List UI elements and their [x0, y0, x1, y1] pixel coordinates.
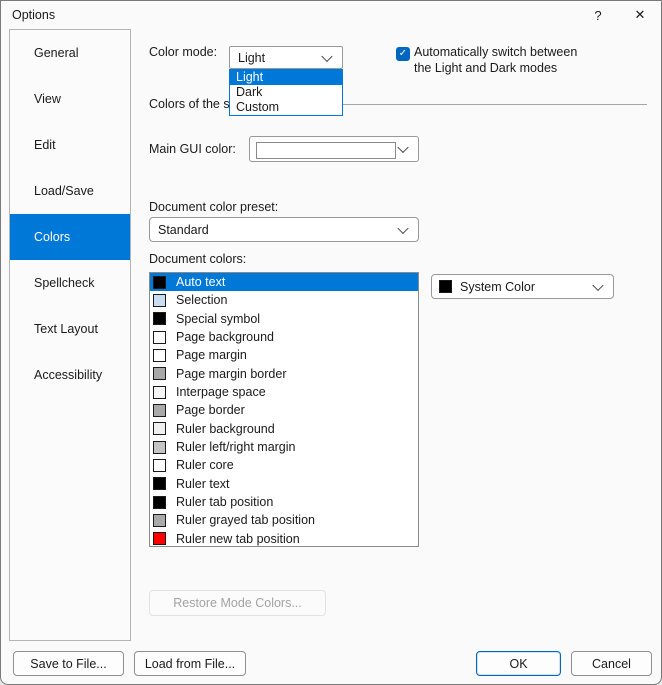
doc-color-row-page-margin[interactable]: Page margin: [150, 346, 418, 364]
doc-color-row-ruler-background[interactable]: Ruler background: [150, 420, 418, 438]
sidebar-item-spellcheck[interactable]: Spellcheck: [10, 260, 130, 306]
doc-color-row-special-symbol[interactable]: Special symbol: [150, 310, 418, 328]
chevron-down-icon: [397, 222, 408, 233]
system-color-swatch: [439, 280, 452, 293]
system-color-value: System Color: [452, 280, 535, 294]
section-header-text: Colors of the se: [149, 97, 237, 111]
doc-color-name: Ruler tab position: [176, 495, 273, 509]
sidebar-item-text-layout[interactable]: Text Layout: [10, 306, 130, 352]
main-gui-color-label: Main GUI color:: [149, 142, 236, 156]
color-mode-option-light[interactable]: Light: [230, 70, 342, 85]
doc-color-name: Ruler core: [176, 458, 234, 472]
doc-color-name: Ruler grayed tab position: [176, 513, 315, 527]
color-mode-option-dark[interactable]: Dark: [230, 85, 342, 100]
sidebar: GeneralViewEditLoad/SaveColorsSpellcheck…: [9, 29, 131, 641]
main-gui-color-preview: [256, 142, 396, 159]
doc-preset-value: Standard: [150, 223, 209, 237]
doc-preset-label: Document color preset:: [149, 200, 278, 214]
doc-color-name: Ruler new tab position: [176, 532, 300, 546]
doc-color-row-ruler-grayed-tab-position[interactable]: Ruler grayed tab position: [150, 511, 418, 529]
doc-color-name: Ruler background: [176, 422, 275, 436]
color-swatch: [153, 514, 166, 527]
doc-color-row-page-background[interactable]: Page background: [150, 328, 418, 346]
sidebar-item-colors[interactable]: Colors: [10, 214, 130, 260]
color-swatch: [153, 331, 166, 344]
doc-color-row-page-margin-border[interactable]: Page margin border: [150, 365, 418, 383]
auto-switch-checkbox[interactable]: ✓: [396, 47, 410, 61]
doc-colors-listbox: Auto text Selection Special symbol Page bac…: [149, 272, 419, 547]
doc-color-name: Ruler left/right margin: [176, 440, 296, 454]
doc-color-row-selection[interactable]: Selection: [150, 291, 418, 309]
doc-color-row-ruler-core[interactable]: Ruler core: [150, 456, 418, 474]
doc-color-row-ruler-new-tab-position[interactable]: Ruler new tab position: [150, 530, 418, 547]
color-mode-label: Color mode:: [149, 45, 217, 59]
load-from-file-button[interactable]: Load from File...: [134, 651, 246, 676]
doc-color-row-ruler-tab-position[interactable]: Ruler tab position: [150, 493, 418, 511]
color-swatch: [153, 312, 166, 325]
chevron-down-icon: [592, 279, 603, 290]
color-swatch: [153, 496, 166, 509]
auto-switch-label-line: Automatically switch between: [414, 44, 577, 60]
auto-switch-label[interactable]: Automatically switch betweenthe Light an…: [414, 44, 577, 76]
section-header: Colors of the se: [149, 97, 647, 111]
color-swatch: [153, 422, 166, 435]
color-swatch: [153, 294, 166, 307]
doc-color-name: Auto text: [176, 275, 225, 289]
color-swatch: [153, 441, 166, 454]
sidebar-item-view[interactable]: View: [10, 76, 130, 122]
options-dialog: Options ? ✕ GeneralViewEditLoad/SaveColo…: [0, 0, 662, 685]
window-title: Options: [12, 8, 55, 22]
sidebar-item-load-save[interactable]: Load/Save: [10, 168, 130, 214]
color-mode-dropdown-list: LightDarkCustom: [229, 69, 343, 116]
doc-color-name: Page background: [176, 330, 274, 344]
color-swatch: [153, 367, 166, 380]
cancel-button[interactable]: Cancel: [571, 651, 652, 676]
help-icon[interactable]: ?: [577, 1, 619, 29]
doc-color-name: Page border: [176, 403, 245, 417]
sidebar-item-accessibility[interactable]: Accessibility: [10, 352, 130, 398]
doc-color-row-ruler-text[interactable]: Ruler text: [150, 475, 418, 493]
doc-color-row-auto-text[interactable]: Auto text: [150, 273, 418, 291]
doc-color-name: Special symbol: [176, 312, 260, 326]
system-color-combobox[interactable]: System Color: [431, 274, 614, 299]
color-mode-option-custom[interactable]: Custom: [230, 100, 342, 115]
doc-color-row-page-border[interactable]: Page border: [150, 401, 418, 419]
color-swatch: [153, 386, 166, 399]
titlebar: Options ? ✕: [1, 1, 661, 29]
doc-color-name: Interpage space: [176, 385, 266, 399]
color-swatch: [153, 477, 166, 490]
restore-mode-colors-button[interactable]: Restore Mode Colors...: [149, 590, 326, 616]
chevron-down-icon: [321, 50, 332, 61]
doc-colors-label: Document colors:: [149, 252, 246, 266]
sidebar-item-edit[interactable]: Edit: [10, 122, 130, 168]
doc-preset-combobox[interactable]: Standard: [149, 217, 419, 242]
color-mode-value: Light: [230, 51, 265, 65]
checkmark-icon: ✓: [399, 49, 407, 59]
color-swatch: [153, 349, 166, 362]
close-icon[interactable]: ✕: [619, 1, 661, 29]
doc-color-name: Selection: [176, 293, 227, 307]
ok-button[interactable]: OK: [476, 651, 561, 676]
color-swatch: [153, 532, 166, 545]
color-swatch: [153, 276, 166, 289]
sidebar-item-general[interactable]: General: [10, 30, 130, 76]
save-to-file-button[interactable]: Save to File...: [13, 651, 124, 676]
doc-color-row-ruler-left-right-margin[interactable]: Ruler left/right margin: [150, 438, 418, 456]
doc-color-name: Page margin: [176, 348, 247, 362]
main-gui-color-combobox[interactable]: [249, 136, 419, 162]
color-mode-combobox[interactable]: Light: [229, 46, 343, 69]
color-swatch: [153, 459, 166, 472]
chevron-down-icon: [397, 142, 408, 153]
doc-color-row-interpage-space[interactable]: Interpage space: [150, 383, 418, 401]
doc-color-name: Page margin border: [176, 367, 286, 381]
auto-switch-label-line: the Light and Dark modes: [414, 60, 577, 76]
doc-color-name: Ruler text: [176, 477, 230, 491]
color-swatch: [153, 404, 166, 417]
